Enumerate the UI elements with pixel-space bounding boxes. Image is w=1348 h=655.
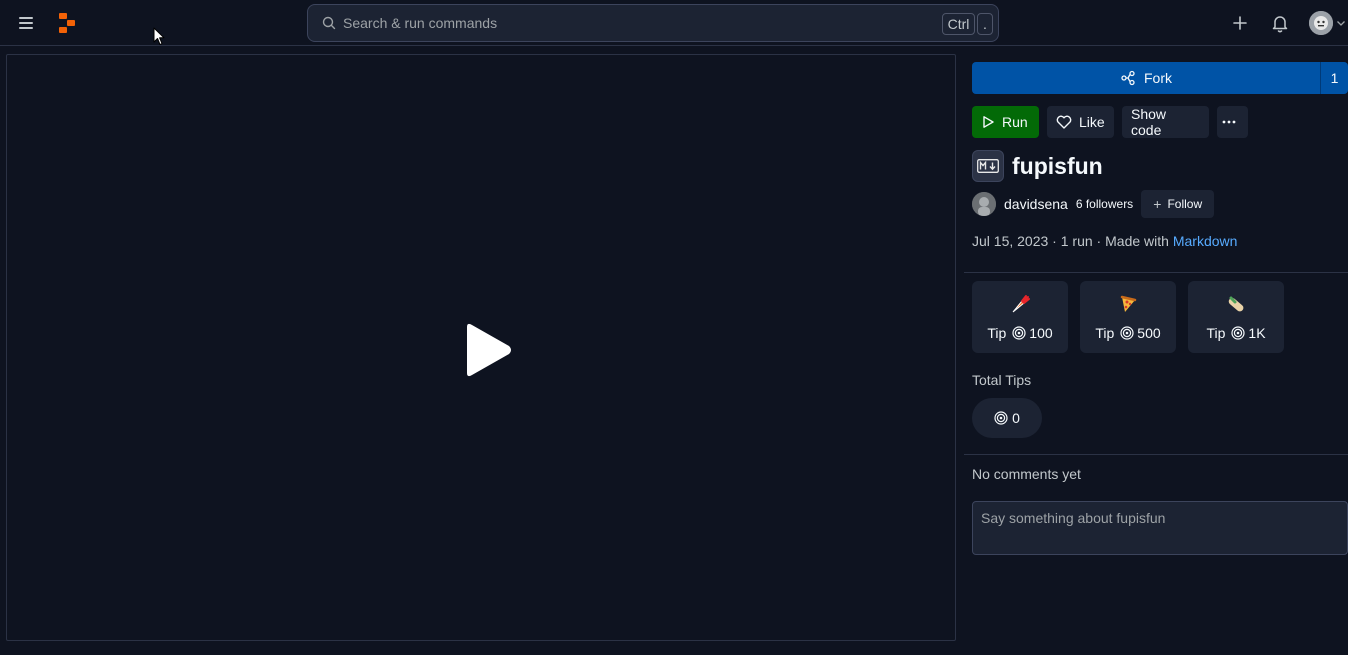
tip-amount: 1K: [1248, 325, 1266, 341]
tip-amount: 100: [1029, 325, 1053, 341]
total-tips-badge: 0: [972, 398, 1042, 438]
ellipsis-icon: [1222, 120, 1236, 124]
like-label: Like: [1079, 114, 1105, 130]
author-avatar[interactable]: [972, 192, 996, 216]
burrito-emoji-icon: [1228, 296, 1244, 312]
author-row: davidsena 6 followers + Follow: [972, 190, 1215, 218]
follow-button[interactable]: + Follow: [1141, 190, 1215, 218]
follow-label: Follow: [1167, 197, 1203, 211]
plus-icon[interactable]: [1229, 12, 1251, 34]
replit-logo[interactable]: [58, 13, 76, 33]
pizza-emoji-icon: [1120, 295, 1137, 312]
tip-100-button[interactable]: Tip 100: [972, 281, 1068, 353]
author-name[interactable]: davidsena: [1004, 196, 1068, 212]
search-icon: [322, 16, 336, 30]
run-button[interactable]: Run: [972, 106, 1039, 138]
action-buttons: Run Like Show code: [972, 106, 1248, 138]
repl-output-player: [6, 54, 956, 641]
run-label: Run: [1002, 114, 1028, 130]
search-bar[interactable]: Search & run commands Ctrl .: [307, 4, 999, 42]
heart-icon: [1056, 115, 1072, 129]
bell-icon[interactable]: [1269, 12, 1291, 34]
repl-meta: Jul 15, 2023 · 1 run · Made with Markdow…: [972, 233, 1237, 249]
carrot-emoji-icon: [1012, 295, 1030, 313]
hamburger-menu-icon[interactable]: [14, 11, 38, 35]
shortcut-ctrl-key: Ctrl: [942, 13, 975, 35]
search-placeholder: Search & run commands: [343, 15, 498, 31]
fork-button[interactable]: Fork: [972, 62, 1321, 94]
run-count: 1 run: [1060, 233, 1093, 249]
mouse-cursor-icon: [153, 27, 165, 45]
user-avatar[interactable]: [1309, 11, 1333, 35]
cycles-icon: [994, 411, 1008, 425]
divider: [964, 454, 1348, 455]
no-comments-text: No comments yet: [972, 466, 1081, 482]
cycles-icon: [1120, 326, 1134, 340]
repl-title: fupisfun: [1012, 152, 1103, 179]
fork-button-group: Fork 1: [972, 62, 1348, 94]
chevron-down-icon[interactable]: [1336, 19, 1346, 27]
tip-500-button[interactable]: Tip 500: [1080, 281, 1176, 353]
comment-input[interactable]: [972, 501, 1348, 555]
cycles-icon: [1012, 326, 1026, 340]
fork-count-button[interactable]: 1: [1321, 62, 1348, 94]
meta-separator: ·: [1048, 233, 1061, 249]
fork-icon: [1121, 70, 1135, 86]
cycles-icon: [1231, 326, 1246, 340]
tip-amount: 500: [1137, 325, 1161, 341]
tip-1k-button[interactable]: Tip 1K: [1188, 281, 1284, 353]
tip-label: Tip: [1095, 325, 1115, 341]
tip-options: Tip 100 Tip 500 Tip 1K: [972, 281, 1284, 353]
run-play-icon: [983, 116, 994, 128]
shortcut-dot-key: .: [977, 13, 993, 35]
like-button[interactable]: Like: [1047, 106, 1114, 138]
made-with-prefix: Made with: [1105, 233, 1173, 249]
play-icon[interactable]: [459, 321, 513, 379]
tip-label: Tip: [987, 325, 1007, 341]
plus-icon: +: [1153, 196, 1162, 212]
language-link[interactable]: Markdown: [1173, 233, 1238, 249]
followers-count: 6 followers: [1075, 197, 1134, 211]
markdown-icon: [972, 150, 1004, 182]
show-code-button[interactable]: Show code: [1122, 106, 1209, 138]
total-tips-label: Total Tips: [972, 372, 1032, 388]
repl-title-row: fupisfun: [972, 150, 1103, 182]
created-date: Jul 15, 2023: [972, 233, 1049, 249]
meta-separator: ·: [1092, 233, 1106, 249]
more-options-button[interactable]: [1217, 106, 1248, 138]
total-tips-value: 0: [1012, 410, 1020, 426]
avatar-face-icon: [1309, 11, 1333, 35]
repl-sidebar: Fork 1 Run Like Show code fupisfun david…: [964, 54, 1348, 655]
divider: [964, 272, 1348, 273]
tip-label: Tip: [1206, 325, 1226, 341]
fork-label: Fork: [1144, 70, 1172, 86]
top-bar: Search & run commands Ctrl .: [0, 0, 1348, 46]
author-photo-icon: [972, 192, 996, 216]
